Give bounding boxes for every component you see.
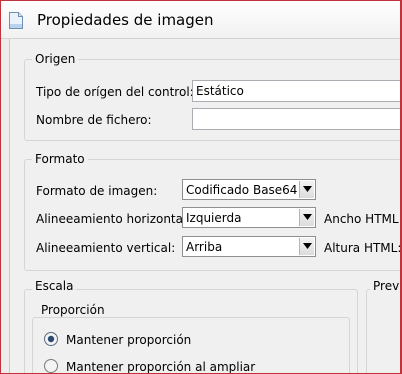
nombre-fichero-field[interactable] [192, 108, 400, 130]
formato-imagen-select[interactable]: Codificado Base64 [182, 179, 316, 200]
tipo-origen-label: Tipo de orígen del control: [36, 85, 194, 99]
ancho-html-label: Ancho HTML: [324, 212, 402, 226]
chevron-down-icon [303, 214, 312, 220]
valign-label: Alineeamiento vertical: [36, 241, 176, 255]
halign-value: Izquierda [186, 211, 242, 225]
document-icon [9, 12, 23, 29]
formato-imagen-label: Formato de imagen: [36, 184, 158, 198]
mantener-proporcion-label[interactable]: Mantener proporción [66, 333, 191, 347]
title-bar[interactable]: Propiedades de imagen [1, 1, 400, 39]
dialog-title: Propiedades de imagen [37, 11, 214, 29]
halign-dropdown-button[interactable] [299, 209, 314, 226]
tipo-origen-field[interactable]: Estático [192, 80, 400, 102]
valign-value: Arriba [186, 240, 223, 254]
image-properties-dialog: Propiedades de imagen Origen Tipo de orí… [0, 0, 402, 374]
formato-imagen-value: Codificado Base64 [186, 183, 298, 197]
altura-html-label: Altura HTML: [324, 241, 402, 255]
mantener-proporcion-radio[interactable] [44, 332, 58, 346]
dialog-content: Origen Tipo de orígen del control: Estát… [9, 39, 402, 373]
chevron-down-icon [303, 243, 312, 249]
formato-group-title: Formato [32, 152, 88, 166]
preview-group-title: Previ [370, 279, 400, 293]
preview-group [366, 289, 400, 373]
chevron-down-icon [303, 186, 312, 192]
valign-select[interactable]: Arriba [182, 236, 316, 257]
proporcion-group-title: Proporción [38, 303, 108, 317]
halign-label: Alineeamiento horizontal: [36, 212, 191, 226]
halign-select[interactable]: Izquierda [182, 207, 316, 228]
origen-group-title: Origen [32, 52, 79, 66]
mantener-proporcion-ampliar-label[interactable]: Mantener proporción al ampliar [66, 360, 255, 373]
escala-group-title: Escala [32, 279, 77, 293]
mantener-proporcion-ampliar-radio[interactable] [44, 359, 58, 373]
nombre-fichero-label: Nombre de fichero: [36, 113, 152, 127]
valign-dropdown-button[interactable] [299, 238, 314, 255]
formato-dropdown-button[interactable] [299, 181, 314, 198]
